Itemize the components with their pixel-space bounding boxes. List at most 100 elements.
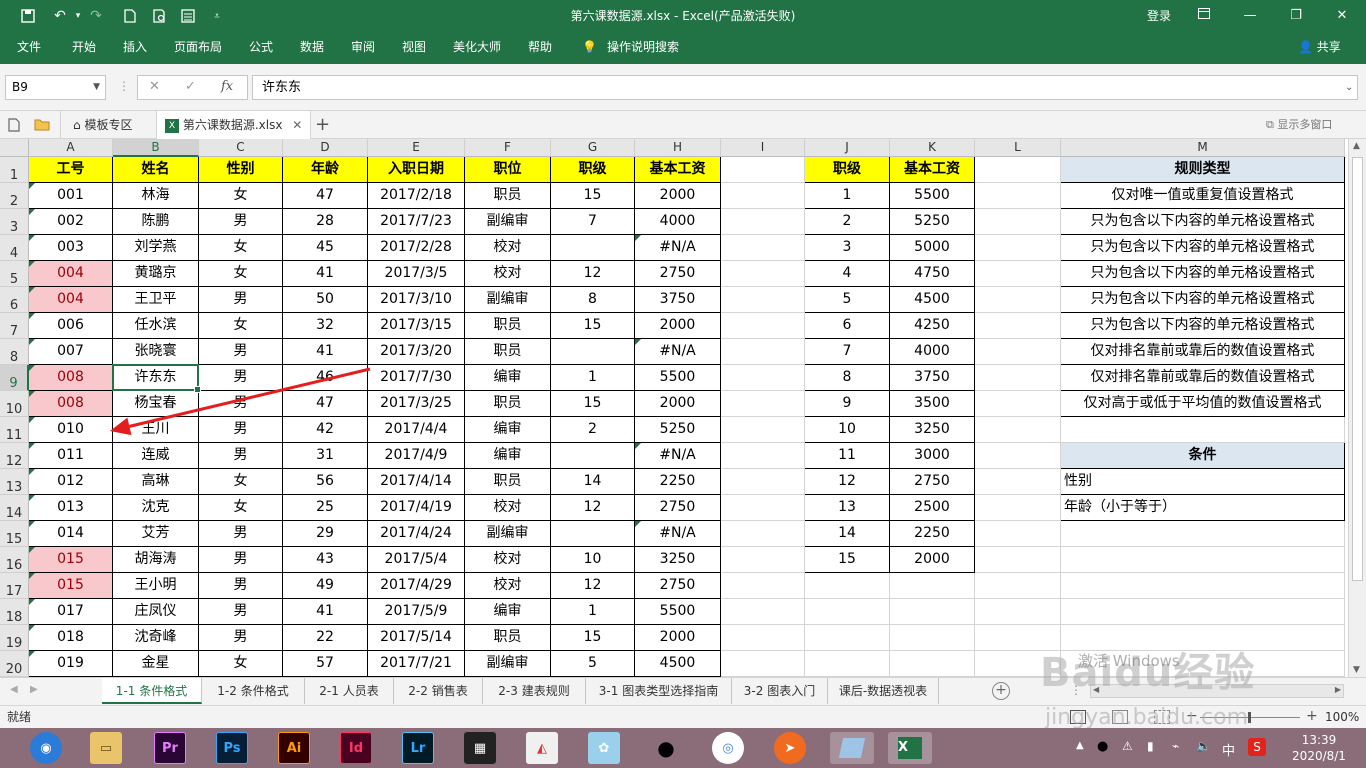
table1-cell[interactable] — [551, 339, 635, 365]
table1-cell[interactable]: 2000 — [635, 625, 721, 651]
table1-cell[interactable]: #N/A — [635, 235, 721, 261]
table1-cell[interactable]: 男 — [199, 365, 283, 391]
table2-cell[interactable]: 4000 — [890, 339, 975, 365]
table1-cell[interactable]: 4500 — [635, 651, 721, 677]
table1-cell[interactable]: 胡海涛 — [113, 547, 199, 573]
table1-cell[interactable]: 013 — [29, 495, 113, 521]
table1-cell[interactable]: 004 — [29, 287, 113, 313]
table1-cell[interactable]: 2000 — [635, 183, 721, 209]
empty-cell[interactable] — [975, 495, 1061, 521]
normal-view-icon[interactable] — [1070, 710, 1086, 724]
scroll-right-icon[interactable]: ▶ — [1335, 685, 1341, 694]
table1-cell[interactable]: 2017/2/18 — [368, 183, 465, 209]
undo-icon[interactable]: ↶ — [50, 6, 70, 26]
table1-cell[interactable]: 陈鹏 — [113, 209, 199, 235]
row-header-2[interactable]: 2 — [0, 183, 29, 209]
table1-cell[interactable]: 编审 — [465, 599, 551, 625]
table1-cell[interactable]: 12 — [551, 495, 635, 521]
table1-cell[interactable] — [551, 235, 635, 261]
table2-cell[interactable]: 9 — [805, 391, 890, 417]
empty-cell[interactable] — [975, 443, 1061, 469]
table1-cell[interactable]: 2017/4/29 — [368, 573, 465, 599]
sheet-tab[interactable]: 3-2 图表入门 — [732, 678, 828, 704]
table1-cell[interactable]: 2017/3/15 — [368, 313, 465, 339]
table1-cell[interactable]: 32 — [283, 313, 368, 339]
table2-cell[interactable]: 3250 — [890, 417, 975, 443]
table1-cell[interactable]: 艾芳 — [113, 521, 199, 547]
tray-qq-icon[interactable]: ● — [1097, 739, 1108, 754]
table1-cell[interactable]: 男 — [199, 625, 283, 651]
table1-cell[interactable]: 47 — [283, 391, 368, 417]
sheet-tab[interactable]: 2-2 销售表 — [394, 678, 483, 704]
sheet-tab[interactable]: 2-3 建表规则 — [483, 678, 586, 704]
table1-cell[interactable]: 2 — [551, 417, 635, 443]
empty-cell[interactable] — [975, 365, 1061, 391]
empty-cell[interactable] — [975, 287, 1061, 313]
new-file-icon[interactable] — [120, 6, 140, 26]
empty-cell[interactable] — [890, 573, 975, 599]
table1-cell[interactable]: 2750 — [635, 261, 721, 287]
share-button[interactable]: 👤 共享 — [1298, 32, 1341, 62]
row-header-5[interactable]: 5 — [0, 261, 29, 287]
table1-cell[interactable]: 校对 — [465, 573, 551, 599]
table1-cell[interactable]: 15 — [551, 313, 635, 339]
table1-cell[interactable]: 1 — [551, 599, 635, 625]
table1-cell[interactable]: 12 — [551, 573, 635, 599]
table1-cell[interactable]: 女 — [199, 235, 283, 261]
row-header-11[interactable]: 11 — [0, 417, 29, 443]
zoom-slider[interactable] — [1200, 712, 1300, 723]
empty-cell[interactable] — [975, 313, 1061, 339]
table1-cell[interactable]: 50 — [283, 287, 368, 313]
rule-type-cell[interactable]: 只为包含以下内容的单元格设置格式 — [1061, 313, 1345, 339]
table1-cell[interactable]: 42 — [283, 417, 368, 443]
scroll-thumb[interactable] — [1352, 157, 1363, 581]
table1-cell[interactable]: 2017/4/14 — [368, 469, 465, 495]
table1-cell[interactable]: 5500 — [635, 365, 721, 391]
table2-cell[interactable]: 3500 — [890, 391, 975, 417]
table1-cell[interactable]: 副编审 — [465, 209, 551, 235]
row-header-19[interactable]: 19 — [0, 625, 29, 651]
empty-cell[interactable] — [805, 573, 890, 599]
table1-cell[interactable]: 女 — [199, 261, 283, 287]
table1-cell[interactable]: 017 — [29, 599, 113, 625]
table1-cell[interactable]: 男 — [199, 391, 283, 417]
table1-cell[interactable]: 职员 — [465, 183, 551, 209]
tab-file[interactable]: 文件 — [17, 32, 41, 62]
table1-cell[interactable]: 008 — [29, 365, 113, 391]
table2-cell[interactable]: 11 — [805, 443, 890, 469]
table1-cell[interactable]: 编审 — [465, 417, 551, 443]
column-header-h[interactable]: H — [635, 139, 721, 157]
column-header-d[interactable]: D — [283, 139, 368, 157]
table1-cell[interactable]: #N/A — [635, 443, 721, 469]
page-break-view-icon[interactable] — [1154, 710, 1170, 724]
tray-volume-icon[interactable]: 🔈 — [1196, 739, 1211, 753]
close-tab-icon[interactable]: ✕ — [292, 118, 302, 132]
table1-cell[interactable]: 男 — [199, 521, 283, 547]
redo-icon[interactable]: ↷ — [86, 6, 106, 26]
table1-cell[interactable]: 15 — [551, 183, 635, 209]
table2-cell[interactable]: 7 — [805, 339, 890, 365]
table1-cell[interactable]: 14 — [551, 469, 635, 495]
empty-cell[interactable] — [805, 625, 890, 651]
empty-cell[interactable] — [805, 599, 890, 625]
table1-cell[interactable]: 2017/7/21 — [368, 651, 465, 677]
table1-cell[interactable]: 15 — [551, 625, 635, 651]
row-header-18[interactable]: 18 — [0, 599, 29, 625]
empty-cell[interactable] — [1061, 599, 1345, 625]
restore-icon[interactable]: ❐ — [1273, 0, 1319, 32]
insert-function-icon[interactable]: fx — [221, 79, 233, 94]
table1-cell[interactable]: 副编审 — [465, 521, 551, 547]
column-header-j[interactable]: J — [805, 139, 890, 157]
row-header-7[interactable]: 7 — [0, 313, 29, 339]
table1-cell[interactable]: 2000 — [635, 313, 721, 339]
table1-cell[interactable]: 2750 — [635, 495, 721, 521]
sheet-tab[interactable]: 课后-数据透视表 — [828, 678, 939, 704]
table1-cell[interactable]: 012 — [29, 469, 113, 495]
illustrator-icon[interactable]: Ai — [278, 732, 310, 764]
minimize-icon[interactable]: — — [1227, 0, 1273, 32]
empty-cell[interactable] — [721, 287, 805, 313]
sogou-ime-icon[interactable]: S — [1248, 738, 1266, 756]
lightbulb-icon[interactable]: 💡 — [582, 32, 597, 62]
sheet-tab[interactable]: 1-1 条件格式 — [102, 678, 202, 704]
table2-cell[interactable]: 4500 — [890, 287, 975, 313]
